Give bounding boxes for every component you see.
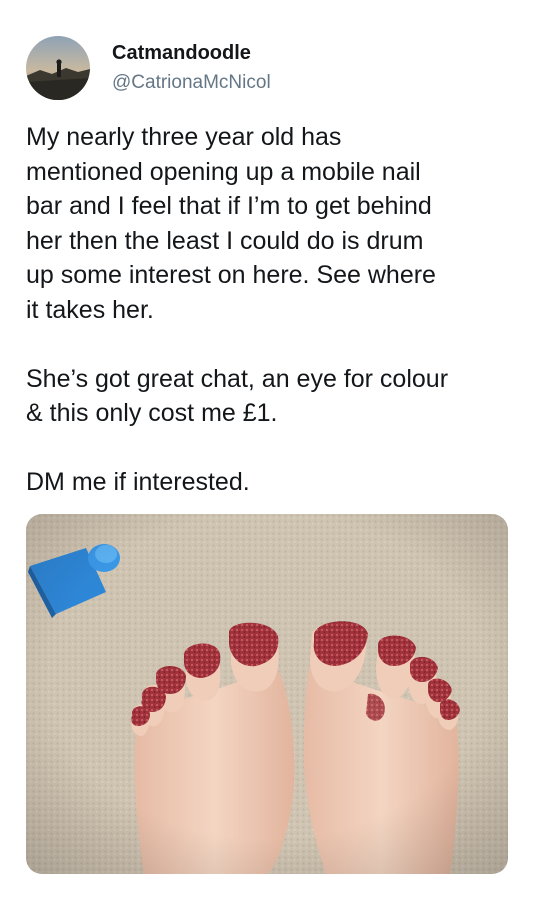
tweet-paragraph: She’s got great chat, an eye for colour …	[26, 364, 449, 428]
display-name[interactable]: Catmandoodle	[112, 42, 251, 65]
tweet-paragraph: My nearly three year old has mentioned o…	[26, 123, 436, 324]
profile-photo-icon	[26, 36, 90, 100]
tweet-card: Catmandoodle @CatrionaMcNicol My nearly …	[0, 0, 542, 900]
tweet-text: My nearly three year old has mentioned o…	[26, 120, 526, 500]
avatar[interactable]	[26, 36, 90, 100]
tweet-photo[interactable]	[26, 514, 508, 874]
user-handle[interactable]: @CatrionaMcNicol	[112, 72, 271, 94]
tweet-paragraph: DM me if interested.	[26, 468, 250, 496]
feet-photo-icon	[26, 514, 508, 874]
